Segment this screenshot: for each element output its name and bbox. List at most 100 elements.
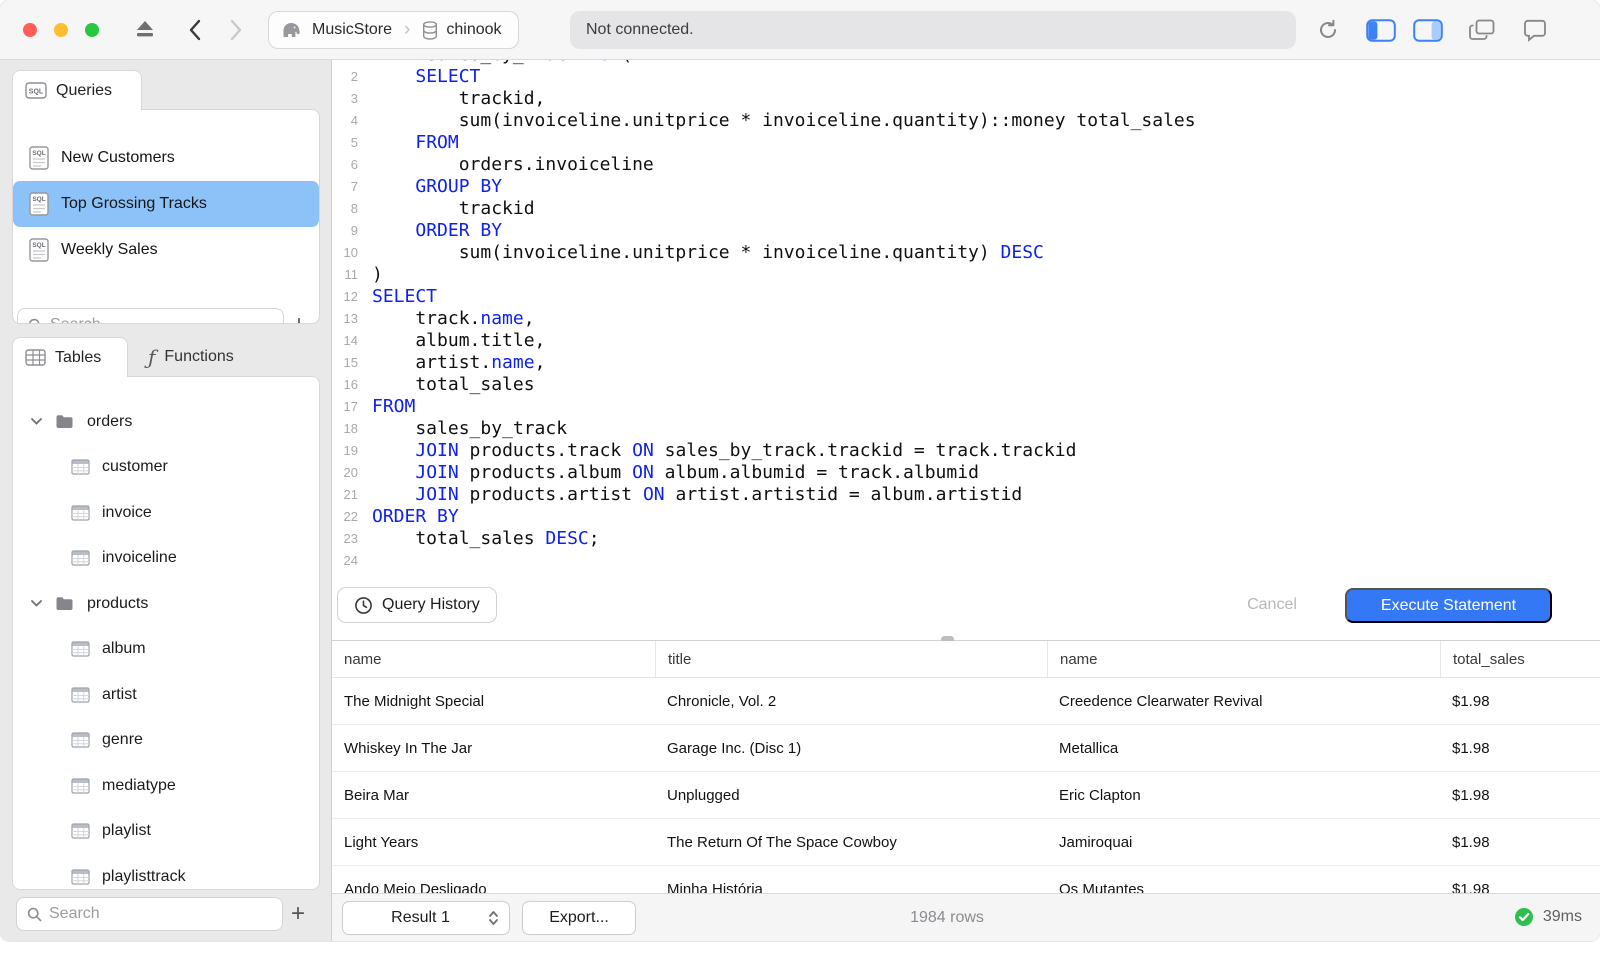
tab-functions-label: Functions [164, 348, 234, 365]
query-list-item[interactable]: SQL Top Grossing Tracks [13, 181, 319, 227]
column-header[interactable]: name [332, 641, 655, 677]
function-icon: ƒ [148, 345, 156, 369]
connection-status: Not connected. [570, 11, 1296, 49]
schema-table-row[interactable]: album [13, 627, 319, 673]
sql-editor[interactable]: 1WITH sales_by_track AS (2 SELECT3 track… [332, 60, 1600, 585]
table-cell: $1.98 [1452, 739, 1490, 757]
table-cell: Creedence Clearwater Revival [1059, 692, 1263, 710]
back-button[interactable] [188, 19, 201, 41]
query-action-bar: Query History Cancel Execute Statement [332, 585, 1600, 640]
table-cell: Minha História [667, 880, 763, 894]
schema-table-row[interactable]: artist [13, 672, 319, 718]
chat-icon[interactable] [1522, 19, 1548, 42]
line-number: 16 [343, 377, 358, 392]
table-row[interactable]: Whiskey In The Jar Garage Inc. (Disc 1) Me… [332, 725, 1600, 772]
table-cell: The Midnight Special [344, 692, 485, 710]
tables-search-field[interactable] [16, 897, 283, 931]
table-cell: Unplugged [667, 786, 740, 804]
query-history-button[interactable]: Query History [337, 587, 497, 623]
column-header[interactable]: name [1047, 641, 1440, 677]
code-text: JOIN products.track ON sales_by_track.tr… [415, 440, 1077, 461]
schema-item-label: invoiceline [102, 549, 177, 567]
line-number: 5 [350, 135, 358, 150]
clock-icon [354, 596, 373, 615]
windows-icon[interactable] [1469, 19, 1495, 41]
line-number: 18 [343, 421, 358, 436]
toggle-left-sidebar-icon[interactable] [1366, 19, 1396, 42]
breadcrumb-database[interactable]: chinook [422, 20, 502, 40]
code-line: 21 JOIN products.artist ON artist.artist… [332, 484, 1600, 506]
chevron-down-icon[interactable] [31, 418, 43, 426]
minimize-window-button[interactable] [54, 23, 68, 37]
table-icon [71, 641, 90, 657]
titlebar: MusicStore › chinook Not connected. [0, 0, 1600, 60]
code-line: 2 SELECT [332, 66, 1600, 88]
table-row[interactable]: Ando Meio Desligado Minha História Os Muta… [332, 866, 1600, 894]
queries-search-row: + [17, 308, 314, 323]
execute-statement-button[interactable]: Execute Statement [1345, 588, 1552, 623]
tab-functions[interactable]: ƒ Functions [136, 337, 286, 377]
schema-item-label: customer [102, 458, 168, 476]
results-header: name title name total_sales [332, 641, 1600, 678]
table-row[interactable]: Beira Mar Unplugged Eric Clapton $1.98 [332, 772, 1600, 819]
close-window-button[interactable] [23, 23, 37, 37]
schema-table-row[interactable]: playlist [13, 809, 319, 855]
schema-folder-row[interactable]: products [13, 581, 319, 627]
forward-button[interactable] [230, 19, 243, 41]
schema-table-row[interactable]: genre [13, 718, 319, 764]
schema-item-label: artist [102, 685, 137, 703]
add-query-button[interactable]: + [284, 308, 314, 323]
code-text: sum(invoiceline.unitprice * invoiceline.… [372, 110, 1196, 131]
queries-search-input[interactable] [50, 316, 273, 323]
schema-folder-row[interactable]: orders [13, 399, 319, 445]
table-row[interactable]: Light Years The Return Of The Space Cowbo… [332, 819, 1600, 866]
table-icon [71, 459, 90, 475]
refresh-icon[interactable] [1316, 18, 1340, 42]
code-line: 3 trackid, [332, 88, 1600, 110]
line-number: 19 [343, 443, 358, 458]
code-text: trackid, [372, 88, 546, 109]
schema-table-row[interactable]: customer [13, 445, 319, 491]
table-cell: Jamiroquai [1059, 833, 1133, 851]
server-name: MusicStore [312, 21, 393, 38]
tab-queries[interactable]: SQL Queries [12, 70, 142, 110]
schema-item-label: playlisttrack [102, 867, 186, 885]
line-number: 8 [350, 201, 358, 216]
schema-table-row[interactable]: invoiceline [13, 536, 319, 582]
schema-table-row[interactable]: invoice [13, 490, 319, 536]
folder-icon [55, 414, 74, 429]
query-item-label: New Customers [61, 149, 175, 166]
zoom-window-button[interactable] [85, 23, 99, 37]
column-header[interactable]: title [655, 641, 1047, 677]
table-cell: $1.98 [1452, 880, 1490, 894]
tab-tables[interactable]: Tables [12, 337, 128, 377]
schema-table-row[interactable]: mediatype [13, 763, 319, 809]
cancel-button[interactable]: Cancel [1222, 587, 1322, 623]
code-text: SELECT [372, 286, 438, 307]
line-number: 22 [343, 509, 358, 524]
table-cell: Ando Meio Desligado [344, 880, 487, 894]
column-header[interactable]: total_sales [1440, 641, 1600, 677]
table-cell: Beira Mar [344, 786, 410, 804]
toggle-right-panel-icon[interactable] [1413, 19, 1443, 42]
chevron-down-icon[interactable] [31, 600, 43, 608]
query-list-item[interactable]: SQL New Customers [13, 135, 319, 181]
table-cell: $1.98 [1452, 692, 1490, 710]
line-number: 21 [343, 487, 358, 502]
query-list-item[interactable]: SQL Weekly Sales [13, 227, 319, 273]
code-text: total_sales DESC; [372, 528, 600, 549]
line-number: 9 [350, 223, 358, 238]
tables-search-input[interactable] [49, 905, 272, 923]
code-text: JOIN products.artist ON artist.artistid … [415, 484, 1023, 505]
duration-label: 39ms [1542, 908, 1582, 925]
schema-table-row[interactable]: playlisttrack [13, 854, 319, 889]
eject-icon[interactable] [133, 18, 157, 40]
table-grid-icon [25, 349, 46, 366]
code-line: 15 artist.name, [332, 352, 1600, 374]
line-number: 13 [343, 311, 358, 326]
add-table-button[interactable]: + [283, 897, 313, 931]
queries-search-field[interactable] [17, 308, 284, 323]
table-row[interactable]: The Midnight Special Chronicle, Vol. 2 Cre… [332, 678, 1600, 725]
breadcrumb-server[interactable]: MusicStore [279, 20, 392, 41]
code-text: JOIN products.album ON album.albumid = t… [415, 462, 979, 483]
